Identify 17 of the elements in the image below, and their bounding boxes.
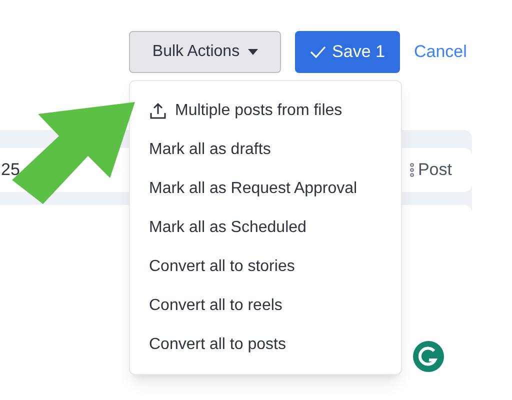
menu-item[interactable]: Mark all as Scheduled <box>130 208 401 247</box>
menu-item[interactable]: Convert all to stories <box>130 247 401 286</box>
bulk-actions-button[interactable]: Bulk Actions <box>129 31 281 73</box>
date-text: 25 <box>1 159 20 182</box>
menu-item[interactable]: Multiple posts from files <box>130 91 401 130</box>
save-button[interactable]: Save 1 <box>295 31 400 73</box>
check-icon <box>310 46 326 58</box>
drag-handle-icon <box>408 163 415 177</box>
menu-item[interactable]: Mark all as Request Approval <box>130 169 401 208</box>
menu-item[interactable]: Convert all to posts <box>130 325 401 364</box>
caret-icon <box>248 49 258 55</box>
menu-item[interactable]: Convert all to reels <box>130 286 401 325</box>
cancel-link[interactable]: Cancel <box>414 39 467 65</box>
upload-icon <box>149 102 167 120</box>
menu-item[interactable]: Mark all as drafts <box>130 130 401 169</box>
grammar-assistant-icon[interactable] <box>413 341 444 372</box>
post-type-label: Post <box>418 159 452 182</box>
